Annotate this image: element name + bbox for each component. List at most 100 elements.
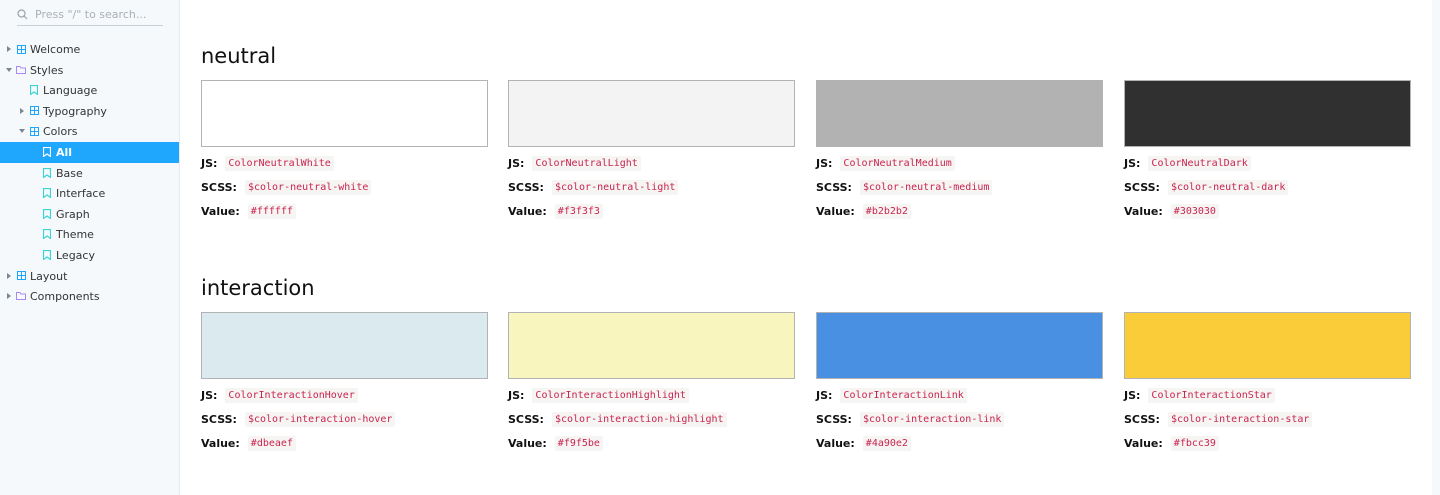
color-card: JS: ColorNeutralWhite SCSS: $color-neutral-… (201, 80, 488, 223)
sidebar-item-label: Language (43, 84, 98, 98)
js-label: JS: (508, 388, 525, 402)
sidebar-item-interface[interactable]: Interface (0, 183, 180, 204)
sidebar-item-graph[interactable]: Graph (0, 204, 180, 225)
scss-label: SCSS: (201, 180, 237, 194)
js-label: JS: (508, 156, 525, 170)
js-value: ColorInteractionHighlight (532, 387, 689, 403)
sidebar-item-colors[interactable]: Colors (0, 121, 180, 142)
search-icon (17, 9, 29, 21)
js-row: JS: ColorInteractionHover (201, 383, 488, 407)
scss-row: SCSS: $color-neutral-medium (816, 175, 1103, 199)
search-input[interactable] (35, 8, 160, 21)
sidebar-tree: Welcome Styles Language Typography Colors All… (0, 39, 180, 307)
value-row: Value: #b2b2b2 (816, 199, 1103, 223)
js-row: JS: ColorInteractionHighlight (508, 383, 795, 407)
sidebar-item-legacy[interactable]: Legacy (0, 245, 180, 266)
color-swatch (201, 312, 488, 379)
caret-right-icon[interactable] (7, 46, 11, 52)
js-label: JS: (816, 388, 833, 402)
value-label: Value: (816, 204, 855, 218)
value-label: Value: (1124, 436, 1163, 450)
component-icon (16, 271, 26, 281)
scss-row: SCSS: $color-neutral-light (508, 175, 795, 199)
sidebar-item-layout[interactable]: Layout (0, 266, 180, 287)
js-value: ColorNeutralLight (532, 155, 641, 171)
caret-right-icon[interactable] (7, 293, 11, 300)
bookmark-icon (42, 167, 52, 178)
scrollbar[interactable] (1432, 0, 1440, 495)
bookmark-icon (42, 208, 52, 219)
value-label: Value: (201, 436, 240, 450)
color-card: JS: ColorInteractionLink SCSS: $color-inter… (816, 312, 1103, 455)
sidebar-item-label: Welcome (30, 43, 81, 56)
caret-right-icon[interactable] (7, 272, 11, 279)
color-swatch (1124, 312, 1411, 379)
color-card: JS: ColorNeutralLight SCSS: $color-neutral-… (508, 80, 795, 223)
sidebar-item-base[interactable]: Base (0, 163, 180, 184)
caret-right-icon[interactable] (20, 107, 24, 114)
js-value: ColorNeutralWhite (225, 155, 334, 171)
scss-row: SCSS: $color-interaction-link (816, 407, 1103, 431)
js-value: ColorNeutralMedium (840, 155, 955, 171)
js-value: ColorInteractionLink (840, 387, 967, 403)
scss-label: SCSS: (508, 180, 544, 194)
value-value: #4a90e2 (862, 435, 911, 451)
js-row: JS: ColorInteractionLink (816, 383, 1103, 407)
sidebar-item-components[interactable]: Components (0, 286, 180, 307)
scss-value: $color-interaction-star (1167, 411, 1313, 427)
js-row: JS: ColorNeutralWhite (201, 151, 488, 175)
sidebar-item-label: Styles (30, 63, 64, 77)
scss-row: SCSS: $color-interaction-star (1124, 407, 1411, 431)
bookmark-icon (42, 249, 52, 260)
js-row: JS: ColorNeutralLight (508, 151, 795, 175)
value-value: #b2b2b2 (862, 203, 911, 219)
sidebar-item-label: Colors (43, 125, 78, 139)
scss-value: $color-interaction-hover (244, 411, 396, 427)
scss-value: $color-neutral-medium (859, 179, 993, 195)
sidebar-item-styles[interactable]: Styles (0, 60, 180, 81)
bookmark-icon (42, 188, 52, 199)
js-label: JS: (816, 156, 833, 170)
value-row: Value: #303030 (1124, 199, 1411, 223)
sidebar-item-theme[interactable]: Theme (0, 224, 180, 245)
scss-label: SCSS: (816, 412, 852, 426)
value-value: #fbcc39 (1170, 435, 1219, 451)
value-row: Value: #f3f3f3 (508, 199, 795, 223)
section-title: neutral (201, 44, 277, 68)
color-swatch (816, 312, 1103, 379)
folder-icon (16, 291, 26, 301)
sidebar-item-label: Graph (56, 207, 90, 221)
sidebar-item-welcome[interactable]: Welcome (0, 39, 180, 60)
js-row: JS: ColorInteractionStar (1124, 383, 1411, 407)
bookmark-icon (29, 85, 39, 96)
value-row: Value: #4a90e2 (816, 431, 1103, 455)
value-label: Value: (201, 204, 240, 218)
js-row: JS: ColorNeutralDark (1124, 151, 1411, 175)
component-icon (29, 126, 39, 136)
scss-value: $color-interaction-highlight (551, 411, 727, 427)
scss-value: $color-neutral-light (551, 179, 679, 195)
caret-down-icon[interactable] (19, 129, 25, 134)
caret-down-icon[interactable] (6, 67, 12, 72)
value-label: Value: (1124, 204, 1163, 218)
app: Welcome Styles Language Typography Colors All… (0, 0, 1440, 495)
js-label: JS: (201, 388, 218, 402)
color-card: JS: ColorInteractionHover SCSS: $color-inte… (201, 312, 488, 455)
value-row: Value: #ffffff (201, 199, 488, 223)
value-row: Value: #fbcc39 (1124, 431, 1411, 455)
component-icon (16, 44, 26, 54)
sidebar: Welcome Styles Language Typography Colors All… (0, 0, 180, 495)
scss-value: $color-neutral-dark (1167, 179, 1289, 195)
value-value: #ffffff (247, 203, 296, 219)
sidebar-item-typography[interactable]: Typography (0, 101, 180, 122)
sidebar-item-label: Legacy (56, 248, 95, 262)
scss-value: $color-neutral-white (244, 179, 372, 195)
search-box[interactable] (17, 4, 163, 26)
sidebar-item-label: All (56, 145, 73, 159)
sidebar-item-all[interactable]: All (0, 141, 180, 163)
bookmark-icon (42, 229, 52, 240)
sidebar-item-language[interactable]: Language (0, 80, 180, 101)
color-swatch (816, 80, 1103, 147)
value-value: #303030 (1170, 203, 1219, 219)
scss-row: SCSS: $color-interaction-highlight (508, 407, 795, 431)
